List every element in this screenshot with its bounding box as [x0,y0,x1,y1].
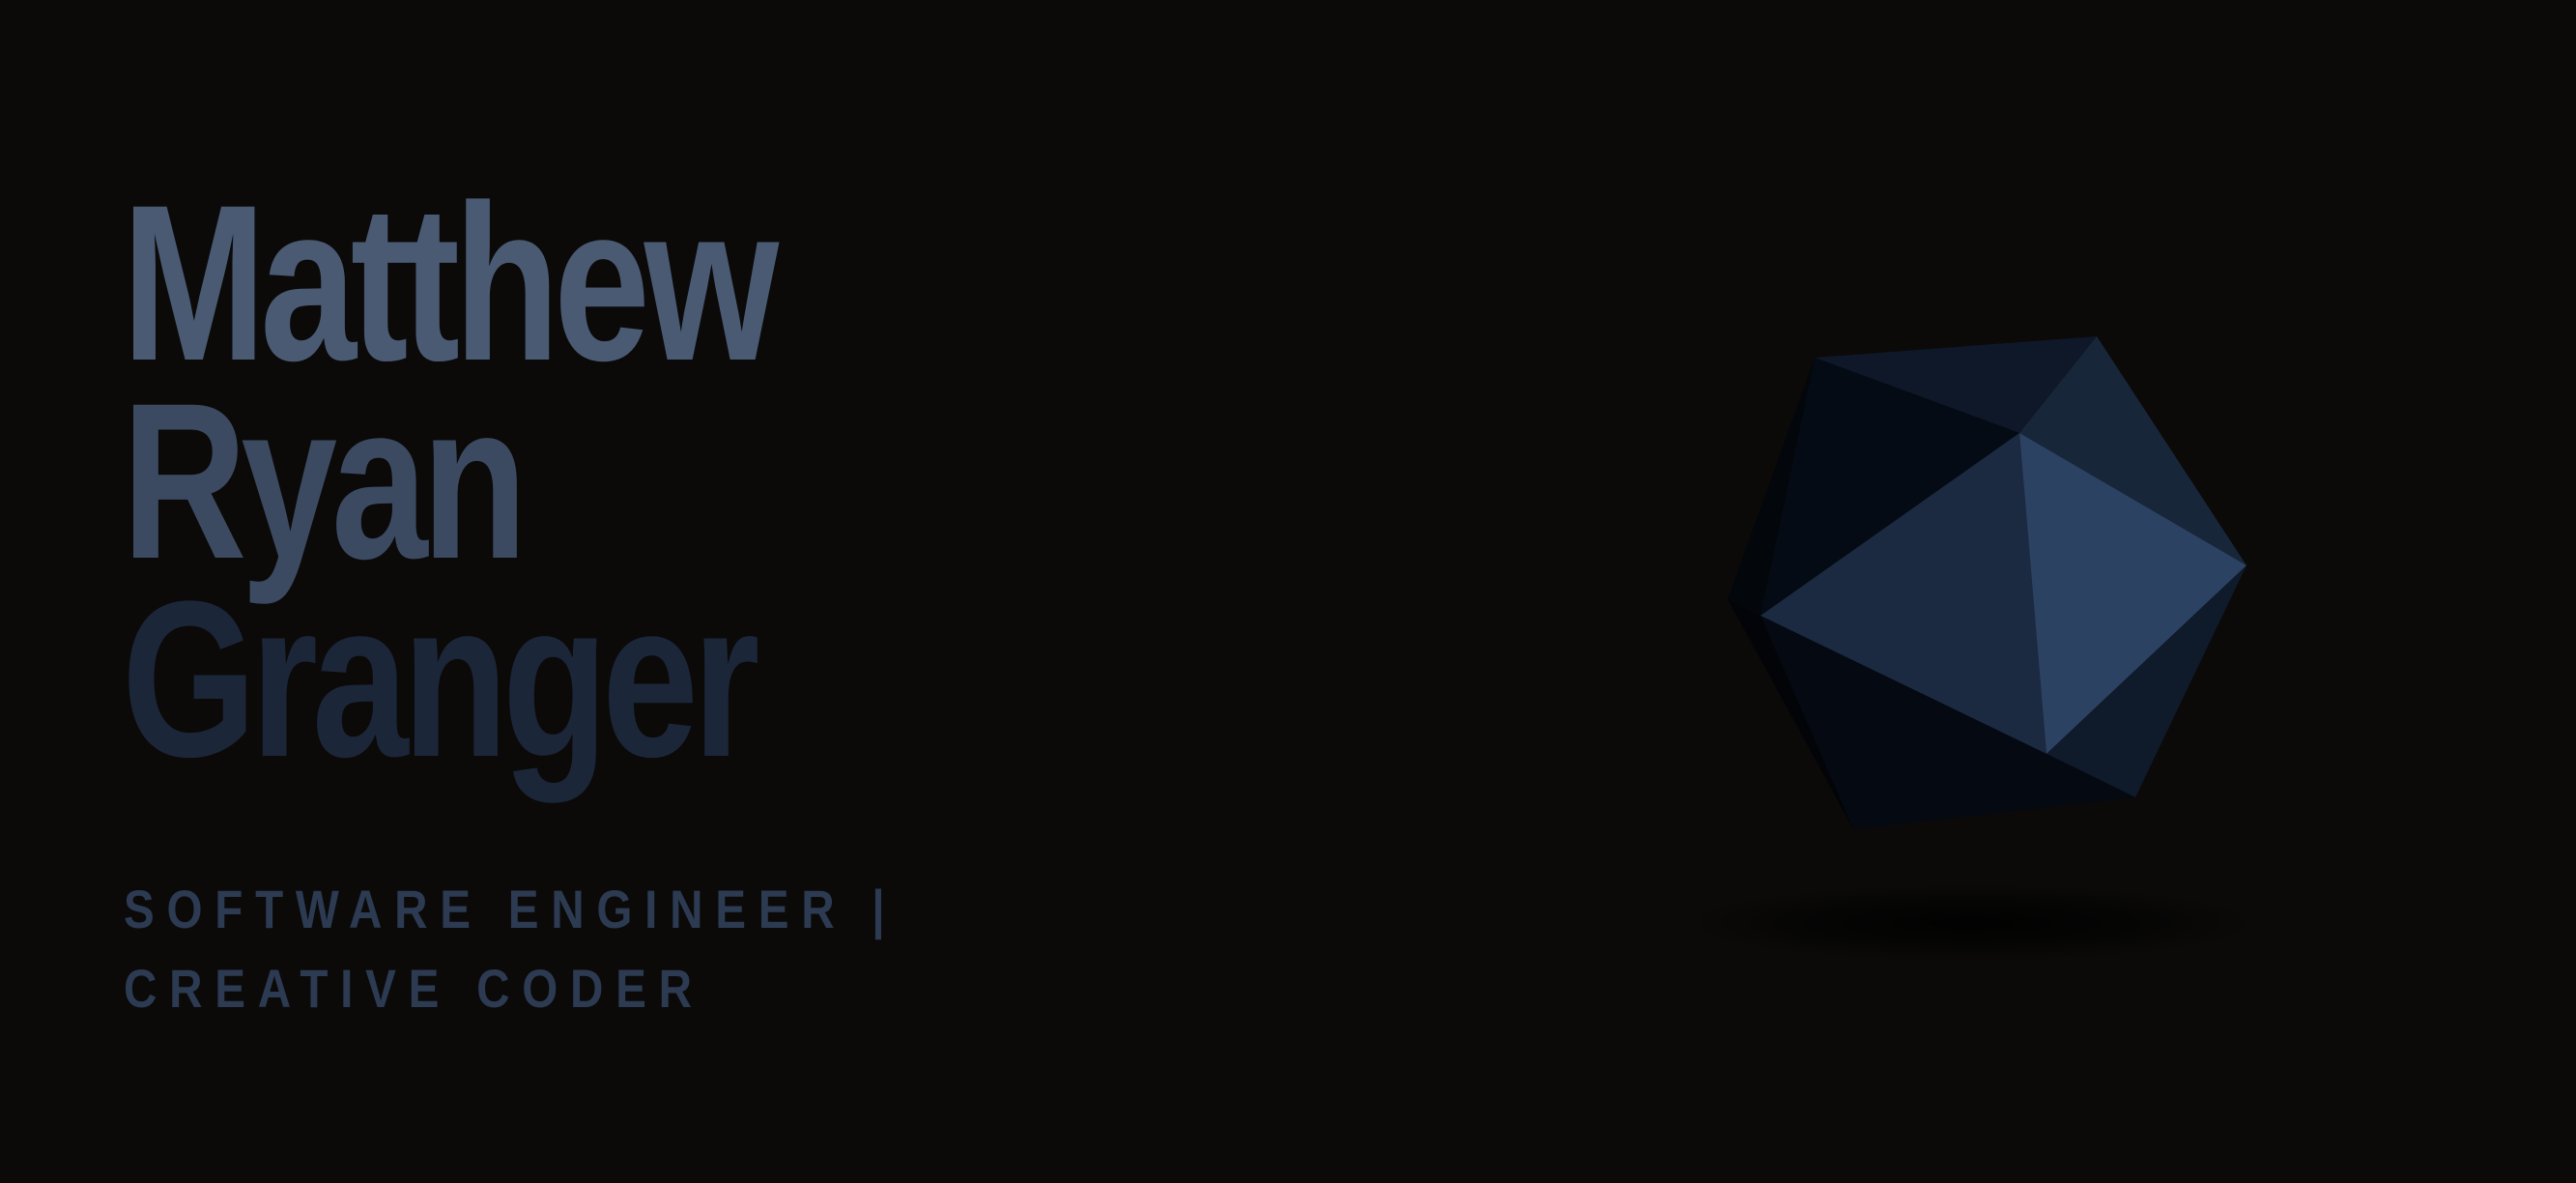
hero-name: Matthew Ryan Granger [122,159,1185,803]
name-first: Matthew [122,159,779,407]
name-last: Granger [122,555,759,803]
shape-shadow [1701,884,2261,962]
hero-tagline: SOFTWARE ENGINEER | CREATIVE CODER [124,879,898,1019]
name-middle: Ryan [122,357,528,605]
hero-section: Matthew Ryan Granger SOFTWARE ENGINEER |… [0,0,2576,1183]
icosahedron-icon [1701,319,2280,976]
